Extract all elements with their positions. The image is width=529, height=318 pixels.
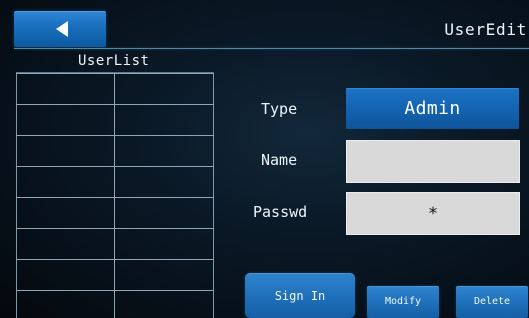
user-list-cell[interactable] (115, 166, 214, 197)
user-list-cell[interactable] (16, 197, 115, 228)
page-title: UserEdit (444, 20, 527, 39)
user-list-cell[interactable] (16, 104, 115, 135)
modify-button[interactable]: Modify (367, 286, 439, 318)
user-list-title: UserList (78, 53, 150, 69)
name-label: Name (261, 151, 298, 169)
name-field[interactable] (346, 140, 520, 183)
user-edit-screen: UserEdit UserList Type Admin Name Passwd… (0, 0, 529, 318)
delete-button[interactable]: Delete (456, 286, 528, 318)
user-list-cell[interactable] (16, 73, 115, 104)
user-list-table (16, 73, 214, 318)
user-list-cell[interactable] (115, 259, 214, 290)
user-list-cell[interactable] (115, 228, 214, 259)
password-field[interactable]: * (346, 192, 520, 235)
user-list-cell[interactable] (115, 197, 214, 228)
password-label: Passwd (253, 203, 308, 221)
back-button[interactable] (14, 11, 106, 47)
header-divider (14, 48, 529, 49)
left-triangle-icon (56, 21, 68, 37)
user-list-cell[interactable] (115, 135, 214, 166)
user-list-cell[interactable] (115, 290, 214, 318)
header-bar: UserEdit (0, 0, 529, 49)
user-list-cell[interactable] (115, 104, 214, 135)
user-list-cell[interactable] (16, 166, 115, 197)
sign-in-button[interactable]: Sign In (245, 273, 355, 318)
user-list-cell[interactable] (16, 228, 115, 259)
user-list-cell[interactable] (16, 290, 115, 318)
user-list-cell[interactable] (16, 259, 115, 290)
type-select-button[interactable]: Admin (346, 88, 519, 129)
type-label: Type (261, 100, 298, 118)
user-list-cell[interactable] (16, 135, 115, 166)
user-list-cell[interactable] (115, 73, 214, 104)
